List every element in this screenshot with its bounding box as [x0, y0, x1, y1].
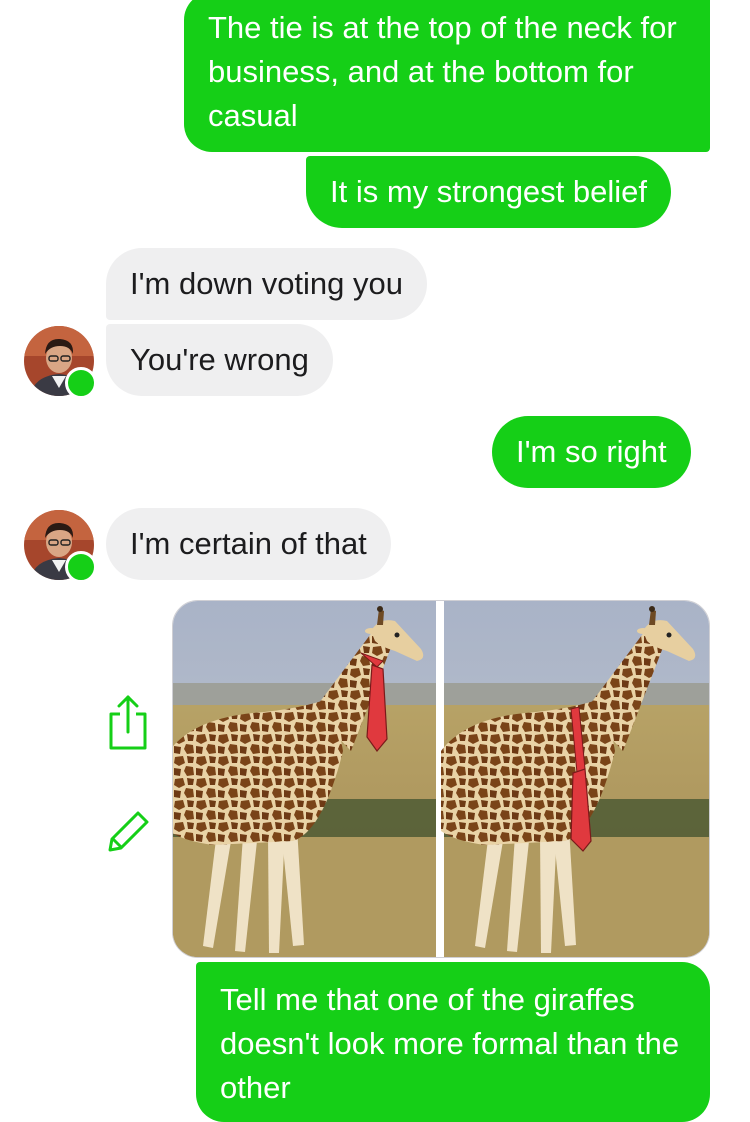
online-status-dot [65, 367, 97, 399]
contact-avatar[interactable] [24, 326, 97, 399]
message-bubble-incoming[interactable]: I'm down voting you [106, 248, 428, 320]
message-text: I'm certain of that [130, 526, 367, 561]
message-bubble-outgoing[interactable]: Tell me that one of the giraffes doesn't… [196, 962, 710, 1122]
share-icon[interactable] [108, 694, 148, 750]
message-text: I'm down voting you [130, 266, 404, 301]
contact-avatar[interactable] [24, 510, 97, 583]
message-bubble-outgoing[interactable]: The tie is at the top of the neck for bu… [184, 0, 710, 152]
message-text: The tie is at the top of the neck for bu… [208, 10, 677, 133]
message-text: Tell me that one of the giraffes doesn't… [220, 982, 680, 1105]
message-bubble-incoming[interactable]: You're wrong [106, 324, 333, 396]
giraffe-comparison-image [173, 601, 709, 957]
message-bubble-outgoing[interactable]: It is my strongest belief [306, 156, 672, 228]
message-text: You're wrong [130, 342, 309, 377]
giraffe-photo-left [173, 601, 436, 957]
pencil-icon[interactable] [106, 808, 152, 854]
message-bubble-outgoing[interactable]: I'm so right [492, 416, 691, 488]
giraffe-photo-right [441, 601, 709, 957]
message-text: It is my strongest belief [330, 174, 648, 209]
message-bubble-incoming[interactable]: I'm certain of that [106, 508, 391, 580]
online-status-dot [65, 551, 97, 583]
image-attachment[interactable] [172, 600, 710, 958]
message-text: I'm so right [516, 434, 667, 469]
